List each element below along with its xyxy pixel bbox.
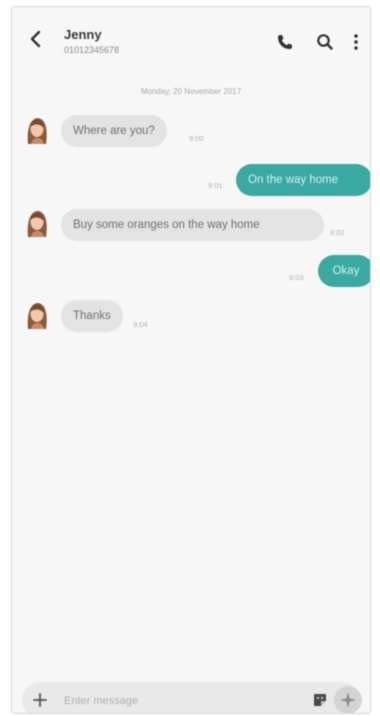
search-icon (317, 34, 333, 50)
message-timestamp: 9:03 (289, 273, 304, 282)
contact-number: 01012345678 (64, 45, 120, 55)
outgoing-message-bubble[interactable]: Okay (318, 255, 370, 287)
outgoing-message-bubble[interactable]: On the way home (236, 164, 370, 196)
phone-icon (278, 35, 292, 49)
call-button[interactable] (274, 31, 296, 53)
avatar-portrait-icon (27, 303, 47, 329)
message-timestamp: 9:02 (330, 228, 345, 237)
more-vertical-icon (354, 34, 358, 50)
sticker-button[interactable] (313, 693, 327, 707)
search-button[interactable] (314, 31, 336, 53)
message-input[interactable] (62, 682, 286, 713)
message-composer (22, 682, 362, 713)
more-options-button[interactable] (350, 31, 362, 53)
contact-avatar[interactable] (24, 114, 50, 146)
date-divider: Monday, 20 November 2017 (140, 87, 242, 96)
back-button[interactable] (26, 27, 46, 51)
plus-icon (33, 693, 47, 707)
contact-avatar[interactable] (24, 207, 50, 239)
contact-avatar[interactable] (24, 299, 50, 331)
send-icon (340, 692, 356, 708)
message-timestamp: 9:00 (189, 134, 204, 143)
add-attachment-button[interactable] (32, 692, 48, 708)
incoming-message-bubble[interactable]: Thanks (61, 300, 123, 332)
send-button[interactable] (334, 686, 362, 713)
incoming-message-bubble[interactable]: Buy some oranges on the way home (61, 209, 324, 241)
message-timestamp: 9:01 (208, 181, 223, 190)
chevron-left-icon (30, 30, 41, 48)
sticker-icon (314, 694, 326, 706)
conversation-header: Jenny 01012345678 (12, 7, 370, 69)
contact-name[interactable]: Jenny (64, 27, 102, 42)
messages-screen: Jenny 01012345678 Monday, 20 November 20… (11, 6, 371, 714)
avatar-portrait-icon (27, 211, 47, 237)
incoming-message-bubble[interactable]: Where are you? (61, 115, 167, 147)
message-timestamp: 9:04 (133, 320, 148, 329)
avatar-portrait-icon (27, 118, 47, 144)
